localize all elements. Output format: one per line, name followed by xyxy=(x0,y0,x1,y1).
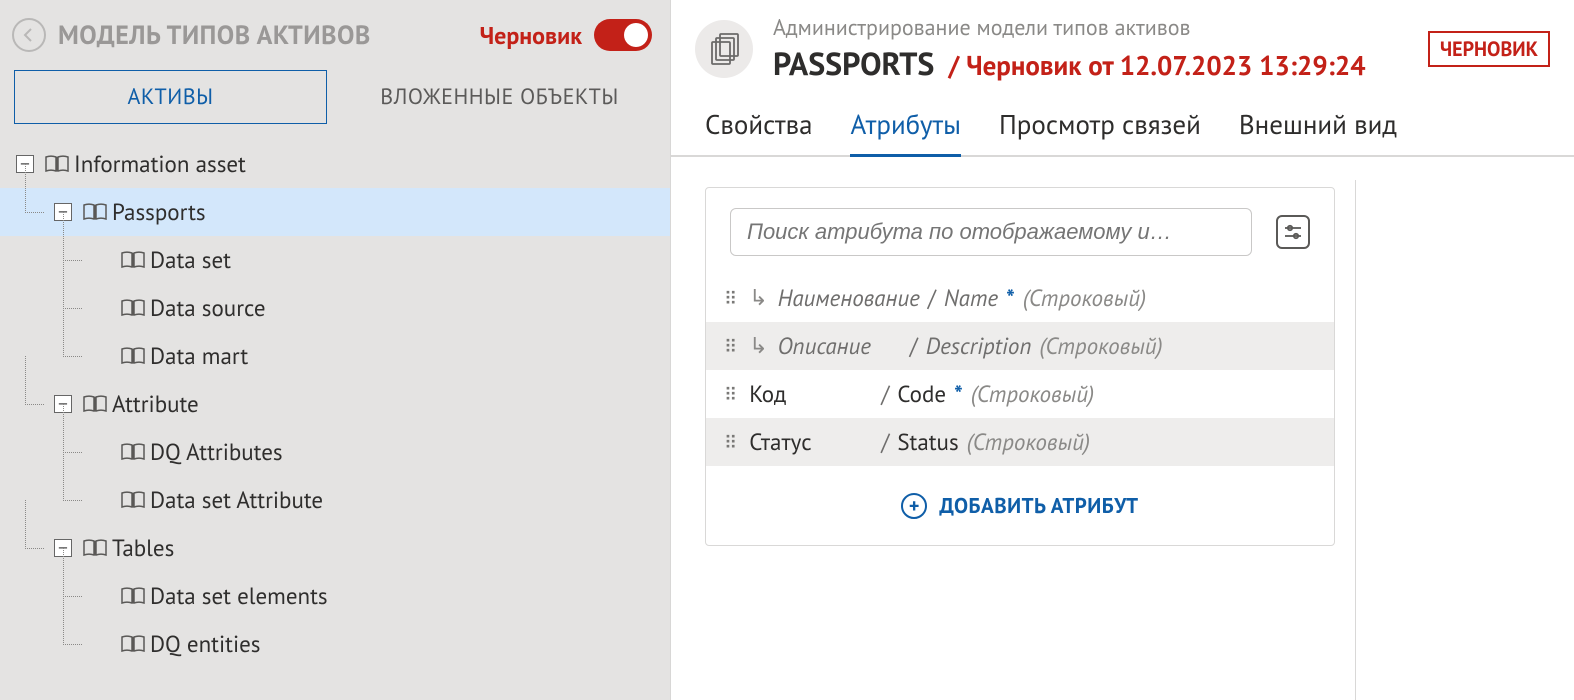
attribute-type: (Строковый) xyxy=(1023,284,1146,313)
tab-appearance[interactable]: Внешний вид xyxy=(1239,108,1397,157)
left-panel-title: МОДЕЛЬ ТИПОВ АКТИВОВ xyxy=(58,19,480,52)
drag-handle-icon[interactable]: ⠿ xyxy=(724,287,739,310)
book-icon xyxy=(44,154,70,174)
plus-icon: + xyxy=(901,493,927,519)
right-divider xyxy=(1355,180,1356,700)
add-attribute-button[interactable]: + ДОБАВИТЬ АТРИБУТ xyxy=(706,492,1334,519)
attribute-en-name: Name xyxy=(944,284,998,313)
tree-node-dq-attributes[interactable]: DQ Attributes xyxy=(0,428,670,476)
attribute-search-input[interactable] xyxy=(730,208,1252,256)
tree-node-passports[interactable]: − Passports xyxy=(0,188,670,236)
right-header-text: Администрирование модели типов активов P… xyxy=(773,14,1400,84)
back-arrow-button[interactable] xyxy=(12,18,46,52)
book-icon xyxy=(82,538,108,558)
slash-separator: / xyxy=(881,428,889,457)
attribute-en-name: Description xyxy=(926,332,1032,361)
tab-attributes[interactable]: Атрибуты xyxy=(850,108,961,157)
tree-node-label: Information asset xyxy=(74,150,246,179)
attribute-type: (Строковый) xyxy=(1039,332,1162,361)
tree-node-label: Tables xyxy=(112,534,174,563)
tree-node-data-set[interactable]: Data set xyxy=(0,236,670,284)
tree-node-label: Data set Attribute xyxy=(150,486,323,515)
attribute-row[interactable]: ⠿ ↳ Наименование / Name * (Строковый) xyxy=(706,274,1334,322)
tab-properties[interactable]: Свойства xyxy=(705,108,812,157)
tree-node-data-source[interactable]: Data source xyxy=(0,284,670,332)
tree-node-label: DQ Attributes xyxy=(150,438,283,467)
right-header: Администрирование модели типов активов P… xyxy=(671,0,1574,92)
attribute-ru-name: Код xyxy=(749,380,873,409)
attribute-search-row xyxy=(706,208,1334,274)
attribute-ru-name: Статус xyxy=(749,428,873,457)
tab-assets[interactable]: АКТИВЫ xyxy=(14,70,327,124)
book-icon xyxy=(120,586,146,606)
attribute-en-name: Code xyxy=(897,380,946,409)
book-icon xyxy=(120,250,146,270)
attribute-list: ⠿ ↳ Наименование / Name * (Строковый) ⠿ ↳ Опис… xyxy=(706,274,1334,466)
asset-tree: − Information asset − Passports Data set xyxy=(0,140,670,700)
tab-nested-objects[interactable]: ВЛОЖЕННЫЕ ОБЪЕКТЫ xyxy=(343,70,656,124)
toggle-knob xyxy=(624,23,648,47)
attribute-row[interactable]: ⠿ Код / Code * (Строковый) xyxy=(706,370,1334,418)
tree-node-label: Data source xyxy=(150,294,266,323)
left-header: МОДЕЛЬ ТИПОВ АКТИВОВ Черновик xyxy=(0,0,670,70)
tree-node-label: Data set elements xyxy=(150,582,328,611)
attribute-en-name: Status xyxy=(897,428,958,457)
book-icon xyxy=(120,490,146,510)
draft-timestamp: / Черновик от 12.07.2023 13:29:24 xyxy=(948,49,1365,83)
tree-node-data-mart[interactable]: Data mart xyxy=(0,332,670,380)
tree-node-information-asset[interactable]: − Information asset xyxy=(0,140,670,188)
slash-separator: / xyxy=(928,284,936,313)
inherited-icon: ↳ xyxy=(749,332,767,360)
tab-links[interactable]: Просмотр связей xyxy=(999,108,1201,157)
required-star-icon: * xyxy=(1006,284,1015,313)
tree-node-label: Attribute xyxy=(112,390,199,419)
tree-node-label: Data mart xyxy=(150,342,248,371)
book-icon xyxy=(82,394,108,414)
right-tabs: Свойства Атрибуты Просмотр связей Внешни… xyxy=(671,92,1574,157)
book-icon xyxy=(120,634,146,654)
tree-node-label: Data set xyxy=(150,246,231,275)
book-icon xyxy=(120,298,146,318)
book-icon xyxy=(82,202,108,222)
drag-handle-icon[interactable]: ⠿ xyxy=(724,335,739,358)
slash-separator: / xyxy=(910,332,918,361)
inherited-icon: ↳ xyxy=(749,284,767,312)
tree-node-dq-entities[interactable]: DQ entities xyxy=(0,620,670,668)
status-badge: ЧЕРНОВИК xyxy=(1428,31,1550,67)
left-tabs: АКТИВЫ ВЛОЖЕННЫЕ ОБЪЕКТЫ xyxy=(0,70,670,140)
tree-node-label: DQ entities xyxy=(150,630,260,659)
tree-node-tables[interactable]: − Tables xyxy=(0,524,670,572)
documents-icon xyxy=(695,20,753,78)
draft-toggle[interactable] xyxy=(594,19,652,51)
tree-node-data-set-elements[interactable]: Data set elements xyxy=(0,572,670,620)
tree-node-data-set-attribute[interactable]: Data set Attribute xyxy=(0,476,670,524)
required-star-icon: * xyxy=(954,380,963,409)
attribute-type: (Строковый) xyxy=(967,428,1090,457)
add-attribute-label: ДОБАВИТЬ АТРИБУТ xyxy=(939,492,1138,519)
drag-handle-icon[interactable]: ⠿ xyxy=(724,431,739,454)
attribute-ru-name: Описание xyxy=(778,332,902,361)
slash-separator: / xyxy=(881,380,889,409)
left-panel: МОДЕЛЬ ТИПОВ АКТИВОВ Черновик АКТИВЫ ВЛО… xyxy=(0,0,670,700)
page-title: PASSPORTS xyxy=(773,42,934,84)
tree-node-attribute[interactable]: − Attribute xyxy=(0,380,670,428)
attribute-ru-name: Наименование xyxy=(778,284,920,313)
attribute-row[interactable]: ⠿ ↳ Описание / Description (Строковый) xyxy=(706,322,1334,370)
tree-node-label: Passports xyxy=(112,198,206,227)
attribute-row[interactable]: ⠿ Статус / Status (Строковый) xyxy=(706,418,1334,466)
drag-handle-icon[interactable]: ⠿ xyxy=(724,383,739,406)
book-icon xyxy=(120,442,146,462)
page-subtitle: Администрирование модели типов активов xyxy=(773,14,1400,42)
book-icon xyxy=(120,346,146,366)
filter-button[interactable] xyxy=(1276,215,1310,249)
right-panel: Администрирование модели типов активов P… xyxy=(670,0,1574,700)
attribute-type: (Строковый) xyxy=(971,380,1094,409)
attributes-panel: ⠿ ↳ Наименование / Name * (Строковый) ⠿ ↳ Опис… xyxy=(705,187,1335,546)
draft-mode-label: Черновик xyxy=(480,20,582,51)
